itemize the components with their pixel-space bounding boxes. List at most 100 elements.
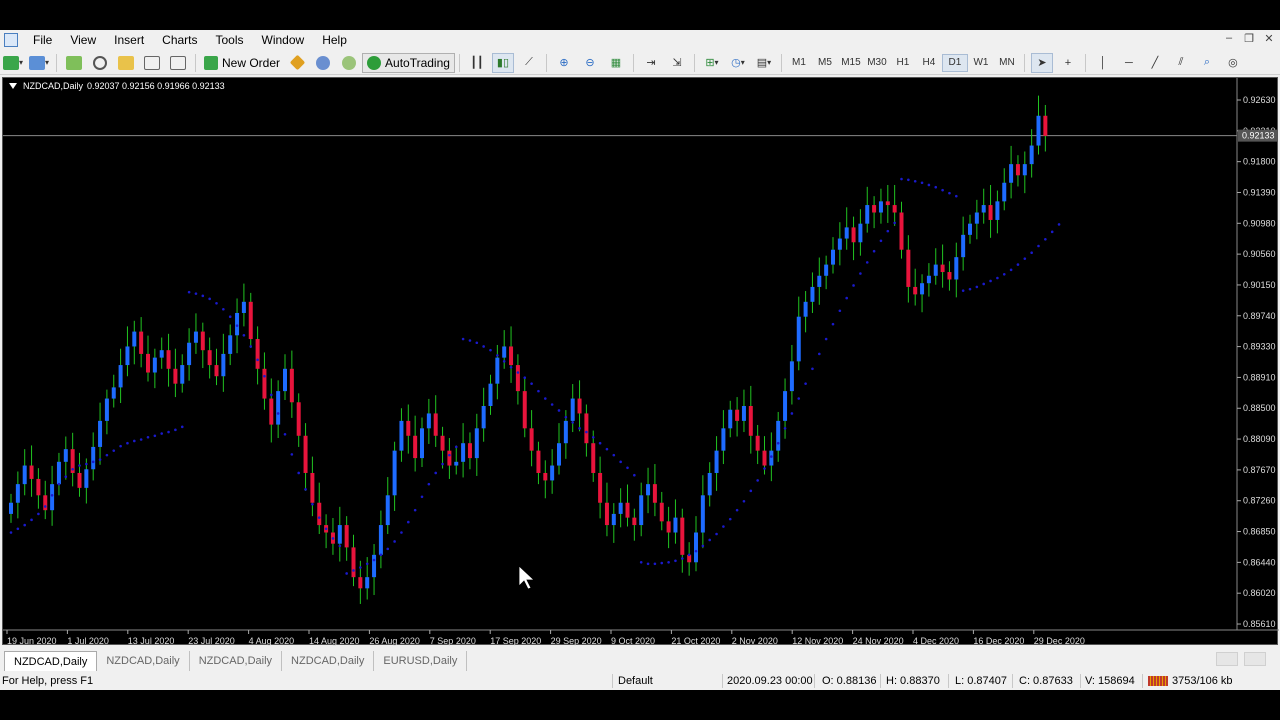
- zoom-out-button[interactable]: ⊖: [579, 53, 601, 73]
- candle-body: [878, 201, 883, 213]
- timeframe-d1[interactable]: D1: [941, 53, 968, 72]
- sar-dot: [728, 517, 732, 521]
- x-tick-label: 4 Dec 2020: [913, 636, 959, 646]
- sar-dot: [153, 434, 157, 438]
- close-icon[interactable]: ✕: [1262, 32, 1276, 45]
- candle-body: [550, 465, 555, 481]
- timeframe-mn[interactable]: MN: [994, 57, 1020, 68]
- candlestick-chart-button[interactable]: ▮▯: [491, 52, 514, 73]
- indicators-button[interactable]: ⊞ ▾: [701, 53, 723, 73]
- sar-dot: [516, 371, 520, 374]
- timeframe-h1[interactable]: H1: [890, 57, 916, 68]
- menu-tools[interactable]: Tools: [207, 30, 253, 50]
- scroll-right-button[interactable]: [1244, 652, 1266, 666]
- line-chart-button[interactable]: ⟋: [518, 53, 540, 73]
- scroll-left-button[interactable]: [1216, 652, 1238, 666]
- sar-dot: [187, 290, 191, 294]
- profiles-button[interactable]: ▾: [28, 53, 50, 73]
- horizontal-line-button[interactable]: ─: [1118, 53, 1140, 73]
- chart-tab-2[interactable]: NZDCAD,Daily: [97, 651, 190, 671]
- candlestick-chart[interactable]: 0.926300.922100.918000.913900.909800.905…: [3, 78, 1279, 646]
- strategy-tester-button[interactable]: [167, 53, 189, 73]
- chart-shift-button[interactable]: ⇥: [640, 53, 662, 73]
- signals-button[interactable]: [312, 53, 334, 73]
- menu-charts[interactable]: Charts: [153, 30, 206, 50]
- trendline-button[interactable]: ╱: [1144, 53, 1166, 73]
- bar-chart-button[interactable]: ┃┃: [466, 53, 488, 73]
- menu-help[interactable]: Help: [313, 30, 356, 50]
- tile-windows-button[interactable]: ▦: [605, 53, 627, 73]
- sar-dot: [400, 531, 403, 534]
- timeframe-w1[interactable]: W1: [968, 57, 994, 68]
- new-chart-button[interactable]: ▾: [2, 53, 24, 73]
- new-order-button[interactable]: New Order: [200, 55, 284, 70]
- autoscroll-button[interactable]: ⇲: [666, 53, 688, 73]
- candle-body: [776, 420, 781, 451]
- autotrading-icon: [367, 55, 382, 70]
- community-button[interactable]: ◎: [1222, 53, 1244, 73]
- sar-dot: [91, 460, 95, 464]
- candle-body: [899, 212, 904, 250]
- sar-dot: [222, 307, 225, 311]
- timeframe-m30[interactable]: M30: [864, 57, 890, 68]
- candle-body: [680, 517, 685, 555]
- connection-bars-icon: [1148, 676, 1168, 687]
- candle-body: [591, 443, 596, 473]
- timeframe-m1[interactable]: M1: [786, 57, 812, 68]
- search-button[interactable]: ⌕: [1196, 53, 1218, 73]
- chart-tab-4[interactable]: NZDCAD,Daily: [282, 651, 375, 671]
- y-tick-label: 0.90150: [1243, 280, 1276, 290]
- candle-body: [125, 346, 130, 366]
- menu-file[interactable]: File: [24, 30, 61, 50]
- vertical-line-button[interactable]: │: [1092, 53, 1114, 73]
- candle-body: [906, 249, 911, 287]
- crosshair-tool-button[interactable]: +: [1057, 53, 1079, 73]
- timeframe-h4[interactable]: H4: [916, 57, 942, 68]
- chart-tab-1[interactable]: NZDCAD,Daily: [4, 651, 98, 671]
- candle-body: [166, 350, 171, 369]
- market-watch-button[interactable]: [63, 53, 85, 73]
- restore-icon[interactable]: ❐: [1242, 32, 1256, 45]
- sar-dot: [797, 397, 801, 400]
- market-watch-icon: [66, 55, 82, 70]
- menu-view[interactable]: View: [61, 30, 105, 50]
- channel-icon: ⫽: [1178, 56, 1184, 68]
- sar-dot: [228, 315, 232, 318]
- channel-button[interactable]: ⫽: [1170, 53, 1192, 73]
- chart-tab-5[interactable]: EURUSD,Daily: [374, 651, 468, 671]
- templates-button[interactable]: ▤ ▾: [753, 53, 775, 73]
- candle-body: [1022, 164, 1027, 176]
- menu-insert[interactable]: Insert: [105, 30, 153, 50]
- candle-body: [646, 484, 651, 496]
- sar-dot: [790, 412, 794, 415]
- status-separator: [1080, 674, 1081, 688]
- dropdown-arrow-icon: ▾: [18, 58, 23, 67]
- sar-dot: [256, 358, 259, 362]
- new-order-label: New Order: [222, 55, 281, 70]
- candle-body: [296, 402, 301, 436]
- minimize-icon[interactable]: –: [1222, 32, 1236, 45]
- sar-dot: [167, 430, 170, 434]
- data-window-button[interactable]: [89, 53, 111, 73]
- sar-dot: [413, 508, 417, 512]
- zoom-in-icon: ⊕: [559, 57, 569, 69]
- timeframe-m5[interactable]: M5: [812, 57, 838, 68]
- zoom-in-button[interactable]: ⊕: [553, 53, 575, 73]
- sar-dot: [646, 562, 650, 566]
- sar-dot: [1023, 257, 1027, 260]
- candle-body: [474, 428, 479, 459]
- vertical-line-icon: │: [1099, 56, 1107, 69]
- timeframe-m15[interactable]: M15: [838, 57, 864, 68]
- sar-dot: [763, 467, 766, 470]
- terminal-button[interactable]: [141, 53, 163, 73]
- periods-button[interactable]: ◷ ▾: [727, 53, 749, 73]
- y-tick-label: 0.86440: [1243, 557, 1276, 567]
- chart-window[interactable]: 0.926300.922100.918000.913900.909800.905…: [2, 77, 1279, 646]
- cursor-tool-button[interactable]: ➤: [1030, 52, 1053, 73]
- metaeditor-button[interactable]: [286, 53, 308, 73]
- chart-tab-3[interactable]: NZDCAD,Daily: [190, 651, 283, 671]
- autotrading-button[interactable]: AutoTrading: [362, 52, 455, 73]
- menu-window[interactable]: Window: [253, 30, 314, 50]
- navigator-button[interactable]: [115, 53, 137, 73]
- market-button[interactable]: [338, 53, 360, 73]
